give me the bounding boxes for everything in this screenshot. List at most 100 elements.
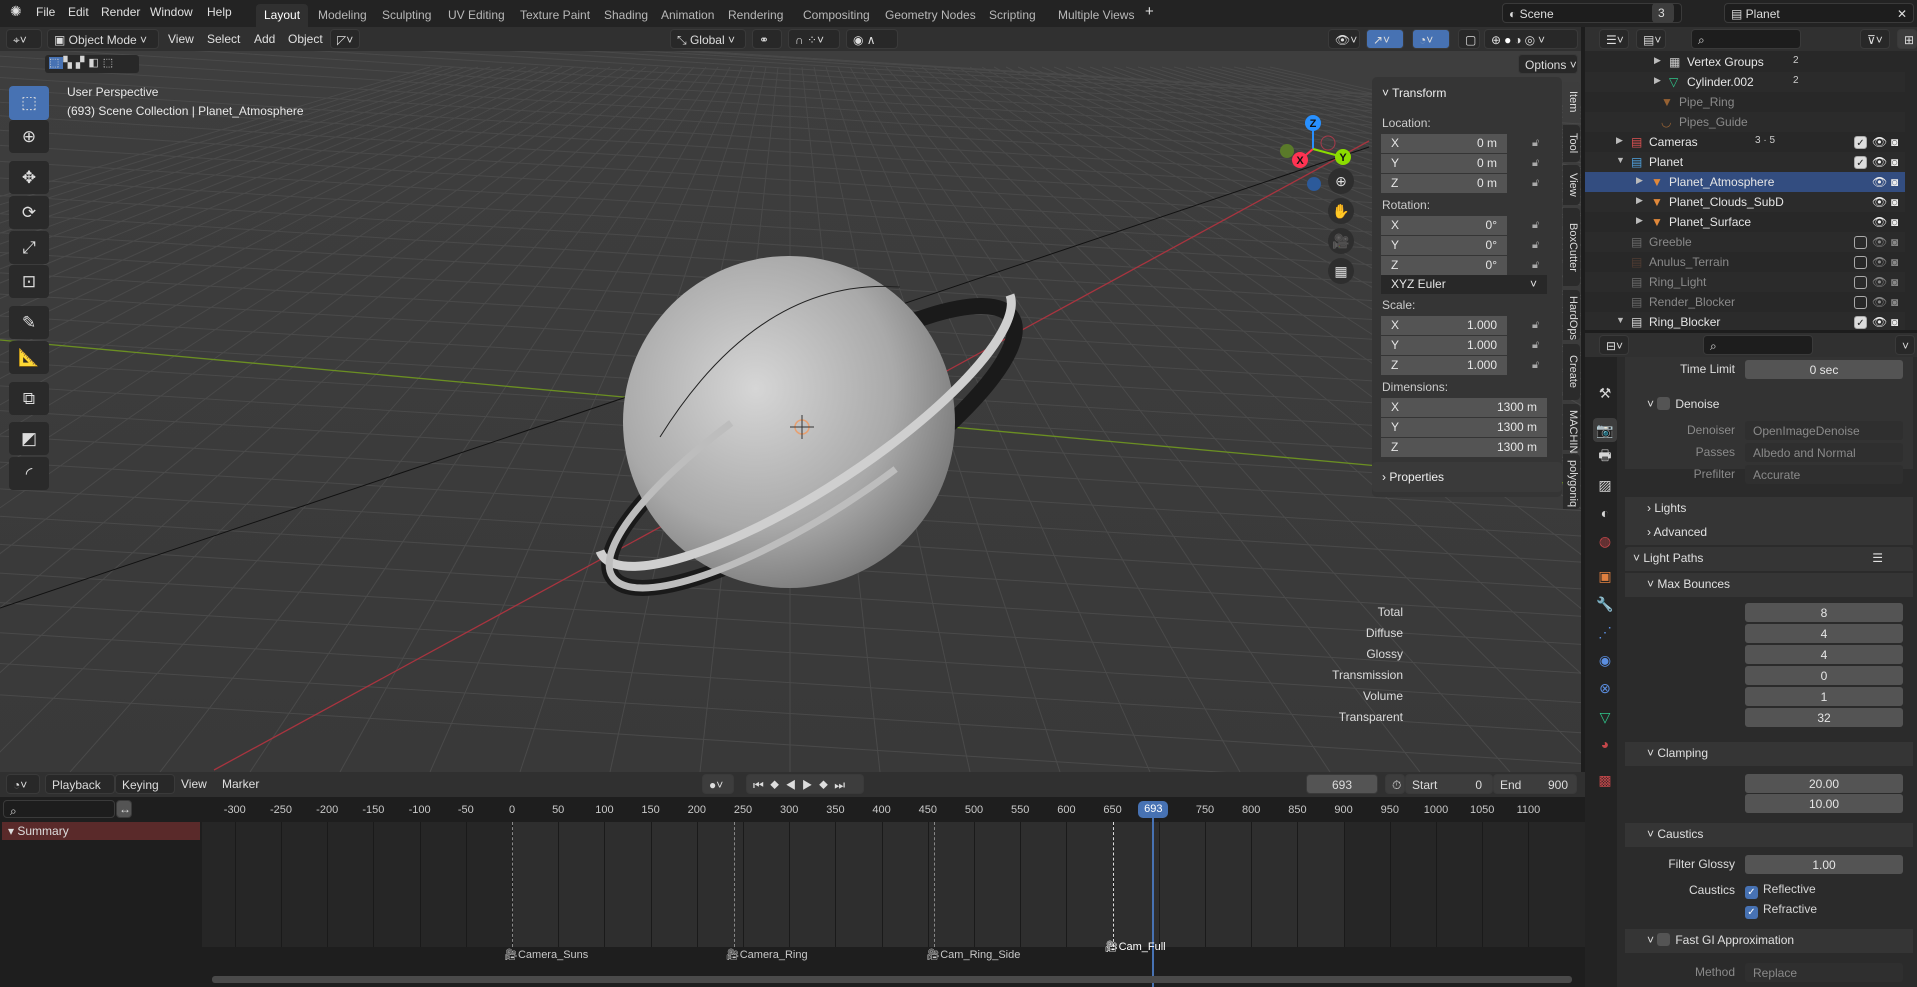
dimensions-z-field[interactable]: Z 1300 m [1381, 438, 1547, 457]
expand-arrow-icon[interactable]: ▶ [1654, 55, 1661, 66]
hardops-tool-icon[interactable]: ◜ [9, 457, 49, 490]
gizmo-toggle-icon[interactable]: ↗˅ [1366, 29, 1404, 49]
eye-icon[interactable]: 👁︎ [1872, 155, 1887, 169]
total-field[interactable]: 8 [1745, 603, 1903, 622]
sidebar-tab-machin3[interactable]: MACHIN3 [1563, 404, 1580, 460]
filter-glossy-field[interactable]: 1.00 [1745, 855, 1903, 874]
camera-view-icon[interactable]: 🎥 [1328, 228, 1354, 254]
menu-render[interactable]: Render [101, 5, 140, 19]
new-collection-icon[interactable]: ⊞ [1897, 29, 1917, 49]
render-camera-icon[interactable]: ◙ [1891, 235, 1898, 249]
outliner-row-cylinder-002[interactable]: ▶ ▽ Cylinder.002 2 [1585, 72, 1905, 92]
timeline-scrollbar[interactable] [212, 976, 1572, 983]
exclude-checkbox[interactable] [1854, 296, 1867, 309]
menu-view[interactable]: View [168, 32, 194, 46]
tab-compositing[interactable]: Compositing [795, 4, 878, 27]
sidebar-tab-polygoniq[interactable]: polygoniq [1563, 454, 1580, 509]
exclude-checkbox[interactable] [1854, 276, 1867, 289]
transparent-field[interactable]: 32 [1745, 708, 1903, 727]
wireframe-shading-icon[interactable]: ⊕ [1491, 33, 1504, 47]
expand-arrow-icon[interactable]: ▶ [1636, 195, 1643, 206]
marker-camera-ring[interactable]: 🎥︎Camera_Ring [726, 948, 808, 961]
select-new-icon[interactable]: ⬚ [49, 57, 64, 69]
render-camera-icon[interactable]: ◙ [1891, 315, 1898, 329]
denoiser-dropdown[interactable]: OpenImageDenoise [1745, 421, 1903, 440]
outliner-row-pipe-ring[interactable]: ▼ Pipe_Ring [1585, 92, 1905, 112]
lock-icon[interactable]: 🔓︎ [1532, 137, 1539, 150]
annotate-tool-icon[interactable]: ✎ [9, 306, 49, 339]
exclude-checkbox[interactable] [1854, 256, 1867, 269]
visibility-selector-icon[interactable]: 👁˅ [1328, 29, 1360, 49]
tab-rendering[interactable]: Rendering [720, 4, 791, 27]
output-tab-icon[interactable]: 🖶 [1593, 445, 1617, 469]
add-cube-tool-icon[interactable]: ⧉ [9, 382, 49, 415]
eye-icon[interactable]: 👁︎ [1872, 295, 1887, 309]
outliner-row-planet-surface[interactable]: ▶ ▼ Planet_Surface 👁︎ ◙ [1585, 212, 1905, 232]
outliner-row-render-blocker[interactable]: ▤ Render_Blocker 👁︎ ◙ [1585, 292, 1905, 312]
outliner-row-ring-light[interactable]: ▤ Ring_Light 👁︎ ◙ [1585, 272, 1905, 292]
tab-shading[interactable]: Shading [596, 4, 656, 27]
marker-camera-suns[interactable]: 🎥︎Camera_Suns [504, 948, 588, 961]
mode-selector[interactable]: ▣ Object Mode ˅ [47, 29, 159, 49]
eye-icon[interactable]: 👁︎ [1872, 135, 1887, 149]
expand-arrow-icon[interactable]: ▶ [1636, 215, 1643, 226]
3d-viewport[interactable]: Z X Y ⌖˅ ▣ Object Mode ˅ ⤡ Global ˅ ⚭ ∩ … [0, 27, 1581, 772]
add-workspace-button[interactable]: + [1145, 3, 1154, 20]
eye-icon[interactable]: 👁︎ [1872, 315, 1887, 329]
material-shading-icon[interactable]: ◑ [1514, 33, 1524, 47]
proportional-edit-icon[interactable]: ◉ ∧ [846, 29, 898, 49]
menu-select[interactable]: Select [207, 32, 240, 46]
playhead-line[interactable] [1152, 802, 1155, 987]
pivot-icon[interactable]: ⚭ [752, 29, 782, 49]
menu-object[interactable]: Object [288, 32, 323, 46]
view-layer-filter-icon[interactable]: ▤˅ [1636, 29, 1666, 49]
filter-icon[interactable]: ⊽˅ [1860, 29, 1890, 49]
properties-search-input[interactable]: ⌕ [1703, 335, 1813, 355]
outliner-search-input[interactable]: ⌕ [1691, 29, 1801, 49]
render-camera-icon[interactable]: ◙ [1891, 295, 1898, 309]
sidebar-tab-hardops[interactable]: HardOps [1563, 290, 1580, 340]
constraints-tab-icon[interactable]: ⊗ [1593, 676, 1617, 700]
rotation-z-field[interactable]: Z 0° [1381, 256, 1507, 275]
exclude-checkbox[interactable]: ✓ [1854, 136, 1867, 149]
blender-logo-icon[interactable]: ✺ [10, 3, 22, 20]
transform-panel-header[interactable]: ˅ Transform [1382, 86, 1446, 100]
texture-tab-icon[interactable]: ▩ [1593, 768, 1617, 792]
tab-scripting[interactable]: Scripting [981, 4, 1044, 27]
measure-tool-icon[interactable]: 📐 [9, 341, 49, 374]
exclude-checkbox[interactable]: ✓ [1854, 316, 1867, 329]
rotation-mode-dropdown[interactable]: XYZ Euler ˅ [1381, 275, 1547, 294]
location-y-field[interactable]: Y 0 m [1381, 154, 1507, 173]
sidebar-tab-item[interactable]: Item [1563, 82, 1580, 122]
fast-gi-header[interactable]: ˅ Fast GI Approximation [1625, 929, 1913, 953]
volume-field[interactable]: 1 [1745, 687, 1903, 706]
boxcutter-tool-icon[interactable]: ◩ [9, 422, 49, 455]
cursor-tool-icon[interactable]: ⊕ [9, 120, 49, 153]
refractive-checkbox[interactable]: ✓ Refractive [1745, 902, 1817, 919]
render-camera-icon[interactable]: ◙ [1891, 175, 1898, 189]
sidebar-tab-boxcutter[interactable]: BoxCutter [1563, 208, 1580, 286]
scene-users[interactable]: 3 [1652, 3, 1674, 23]
eye-icon[interactable]: 👁︎ [1872, 235, 1887, 249]
tab-geometry-nodes[interactable]: Geometry Nodes [877, 4, 984, 27]
tab-animation[interactable]: Animation [653, 4, 722, 27]
prefilter-dropdown[interactable]: Accurate [1745, 465, 1903, 484]
expand-arrow-icon[interactable]: ▶ [1654, 75, 1661, 86]
lock-icon[interactable]: 🔓︎ [1532, 319, 1539, 332]
editor-type-icon[interactable]: ⊟˅ [1599, 335, 1629, 355]
outliner-row-anulus-terrain[interactable]: ▤ Anulus_Terrain 👁︎ ◙ [1585, 252, 1905, 272]
render-camera-icon[interactable]: ◙ [1891, 135, 1898, 149]
denoise-checkbox[interactable] [1657, 397, 1671, 410]
location-z-field[interactable]: Z 0 m [1381, 174, 1507, 193]
sidebar-tab-create[interactable]: Create [1563, 344, 1580, 400]
outliner-row-planet-atmosphere[interactable]: ▶ ▼ Planet_Atmosphere 👁︎ ◙ [1585, 172, 1905, 192]
rotation-x-field[interactable]: X 0° [1381, 216, 1507, 235]
pan-view-icon[interactable]: ✋ [1328, 198, 1354, 224]
sidebar-tab-tool[interactable]: Tool [1563, 125, 1580, 162]
denoise-header[interactable]: ˅ Denoise [1625, 393, 1913, 417]
scale-x-field[interactable]: X 1.000 [1381, 316, 1507, 335]
view-layer-tab-icon[interactable]: ▨ [1593, 473, 1617, 497]
indirect-light-field[interactable]: 10.00 [1745, 794, 1903, 813]
lock-icon[interactable]: 🔓︎ [1532, 157, 1539, 170]
tab-texture-paint[interactable]: Texture Paint [512, 4, 598, 27]
